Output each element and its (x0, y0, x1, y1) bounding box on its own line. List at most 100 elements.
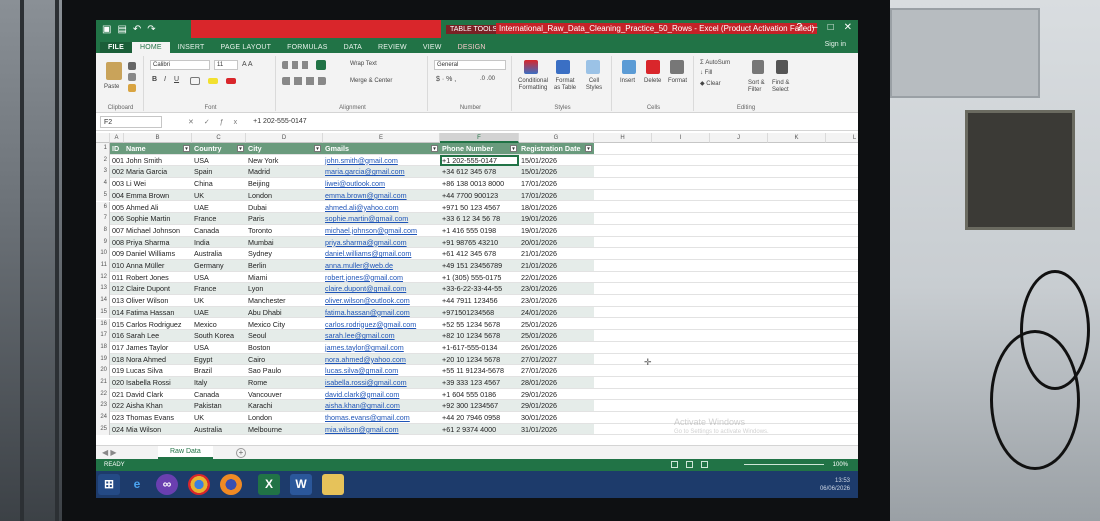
empty-cell[interactable] (710, 389, 768, 401)
page-break-view-icon[interactable] (701, 461, 708, 468)
excel-icon[interactable]: X (258, 474, 280, 495)
file-explorer-icon[interactable] (322, 474, 344, 495)
cell-gmail[interactable]: lucas.silva@gmail.com (323, 365, 440, 377)
cell-phone[interactable]: +971501234568 (440, 306, 519, 319)
font-name-box[interactable]: Calibri (150, 60, 210, 70)
filter-dropdown-icon[interactable]: ▾ (585, 145, 592, 152)
empty-cell[interactable] (652, 272, 710, 284)
cell-country[interactable]: USA (192, 342, 246, 354)
cell-city[interactable]: Mumbai (246, 236, 323, 249)
empty-cell[interactable] (826, 424, 858, 436)
zoom-slider[interactable] (744, 464, 824, 465)
cell-id[interactable]: 015 (110, 319, 124, 331)
row-number[interactable]: 21 (96, 377, 110, 389)
cell-city[interactable]: Madrid (246, 166, 323, 179)
cell-city[interactable]: Paris (246, 213, 323, 225)
cell-city[interactable]: Lyon (246, 283, 323, 296)
empty-cell[interactable] (652, 295, 710, 307)
name-box[interactable]: F2 (100, 115, 162, 128)
empty-cell[interactable] (826, 143, 858, 155)
header-cell-id[interactable]: ID▾ (110, 143, 124, 155)
cell-name[interactable]: Aisha Khan (124, 400, 192, 413)
fill-button[interactable]: ↓ Fill (700, 70, 712, 76)
cell-date[interactable]: 26/01/2026 (519, 342, 594, 354)
empty-cell[interactable] (768, 389, 826, 401)
row-number[interactable]: 17 (96, 330, 110, 342)
orientation-icon[interactable] (316, 60, 326, 70)
empty-cell[interactable] (594, 295, 652, 307)
sort-filter-button[interactable]: Sort & Filter (748, 80, 770, 94)
help-icon[interactable]: ? (796, 22, 802, 33)
filter-dropdown-icon[interactable]: ▾ (183, 145, 190, 152)
filter-dropdown-icon[interactable]: ▾ (314, 145, 321, 152)
empty-cell[interactable] (768, 272, 826, 284)
tab-page-layout[interactable]: PAGE LAYOUT (213, 42, 280, 53)
cell-city[interactable]: Toronto (246, 225, 323, 237)
cell-id[interactable]: 024 (110, 423, 124, 436)
empty-cell[interactable] (710, 143, 768, 155)
empty-cell[interactable] (768, 365, 826, 377)
empty-cell[interactable] (768, 225, 826, 237)
paste-button[interactable]: Paste (104, 84, 119, 90)
page-layout-view-icon[interactable] (686, 461, 693, 468)
empty-cell[interactable] (826, 260, 858, 272)
cell-name[interactable]: Lucas Silva (124, 365, 192, 377)
cell-id[interactable]: 014 (110, 306, 124, 319)
empty-cell[interactable] (768, 190, 826, 202)
cell-gmail[interactable]: john.smith@gmail.com (323, 155, 440, 167)
row-number[interactable]: 16 (96, 318, 110, 331)
empty-cell[interactable] (710, 237, 768, 249)
cell-phone[interactable]: +55 11 91234-5678 (440, 365, 519, 377)
delete-cells-icon[interactable] (646, 60, 660, 74)
cell-name[interactable]: Daniel Williams (124, 248, 192, 260)
empty-cell[interactable] (826, 283, 858, 296)
empty-cell[interactable] (652, 377, 710, 389)
decimal-icon[interactable]: .0 .00 (480, 76, 495, 82)
sort-filter-icon[interactable] (752, 60, 764, 74)
cell-name[interactable]: Priya Sharma (124, 236, 192, 249)
cell-name[interactable]: Nora Ahmed (124, 353, 192, 366)
cell-country[interactable]: Australia (192, 423, 246, 436)
empty-cell[interactable] (768, 342, 826, 354)
format-painter-icon[interactable] (128, 84, 136, 92)
row-number[interactable]: 23 (96, 400, 110, 413)
cell-phone[interactable]: +20 10 1234 5678 (440, 353, 519, 366)
cell-gmail[interactable]: james.taylor@gmail.com (323, 342, 440, 354)
empty-cell[interactable] (826, 377, 858, 389)
row-number[interactable]: 5 (96, 189, 110, 202)
empty-cell[interactable] (594, 342, 652, 354)
filter-dropdown-icon[interactable]: ▾ (510, 145, 517, 152)
cell-gmail[interactable]: robert.jones@gmail.com (323, 272, 440, 284)
cell-id[interactable]: 002 (110, 166, 124, 179)
empty-cell[interactable] (652, 307, 710, 319)
cell-name[interactable]: David Clark (124, 389, 192, 401)
cell-city[interactable]: Sydney (246, 248, 323, 260)
cell-phone[interactable]: +44 20 7946 0958 (440, 412, 519, 424)
cell-gmail[interactable]: oliver.wilson@outlook.com (323, 295, 440, 307)
tab-data[interactable]: DATA (336, 42, 370, 53)
tab-design[interactable]: DESIGN (450, 42, 494, 53)
empty-cell[interactable] (768, 354, 826, 366)
empty-cell[interactable] (594, 307, 652, 319)
cell-city[interactable]: Rome (246, 377, 323, 389)
font-color-icon[interactable] (226, 78, 236, 84)
empty-cell[interactable] (652, 155, 710, 167)
empty-cell[interactable] (768, 295, 826, 307)
empty-cell[interactable] (594, 143, 652, 155)
cell-date[interactable]: 28/01/2026 (519, 377, 594, 389)
header-cell-city[interactable]: City ▾ (246, 143, 323, 155)
row-number[interactable]: 8 (96, 224, 110, 237)
cell-country[interactable]: China (192, 178, 246, 190)
borders-icon[interactable] (190, 77, 200, 85)
cell-date[interactable]: 21/01/2026 (519, 248, 594, 260)
cell-city[interactable]: Sao Paulo (246, 365, 323, 377)
empty-cell[interactable] (594, 213, 652, 225)
cell-date[interactable]: 23/01/2026 (519, 283, 594, 296)
cell-id[interactable]: 018 (110, 353, 124, 366)
empty-cell[interactable] (768, 400, 826, 413)
cell-name[interactable]: Sophie Martin (124, 213, 192, 225)
cell-name[interactable]: James Taylor (124, 342, 192, 354)
grow-font-icon[interactable]: A A (242, 61, 253, 68)
empty-cell[interactable] (594, 248, 652, 260)
wrap-text-button[interactable]: Wrap Text (350, 61, 377, 67)
